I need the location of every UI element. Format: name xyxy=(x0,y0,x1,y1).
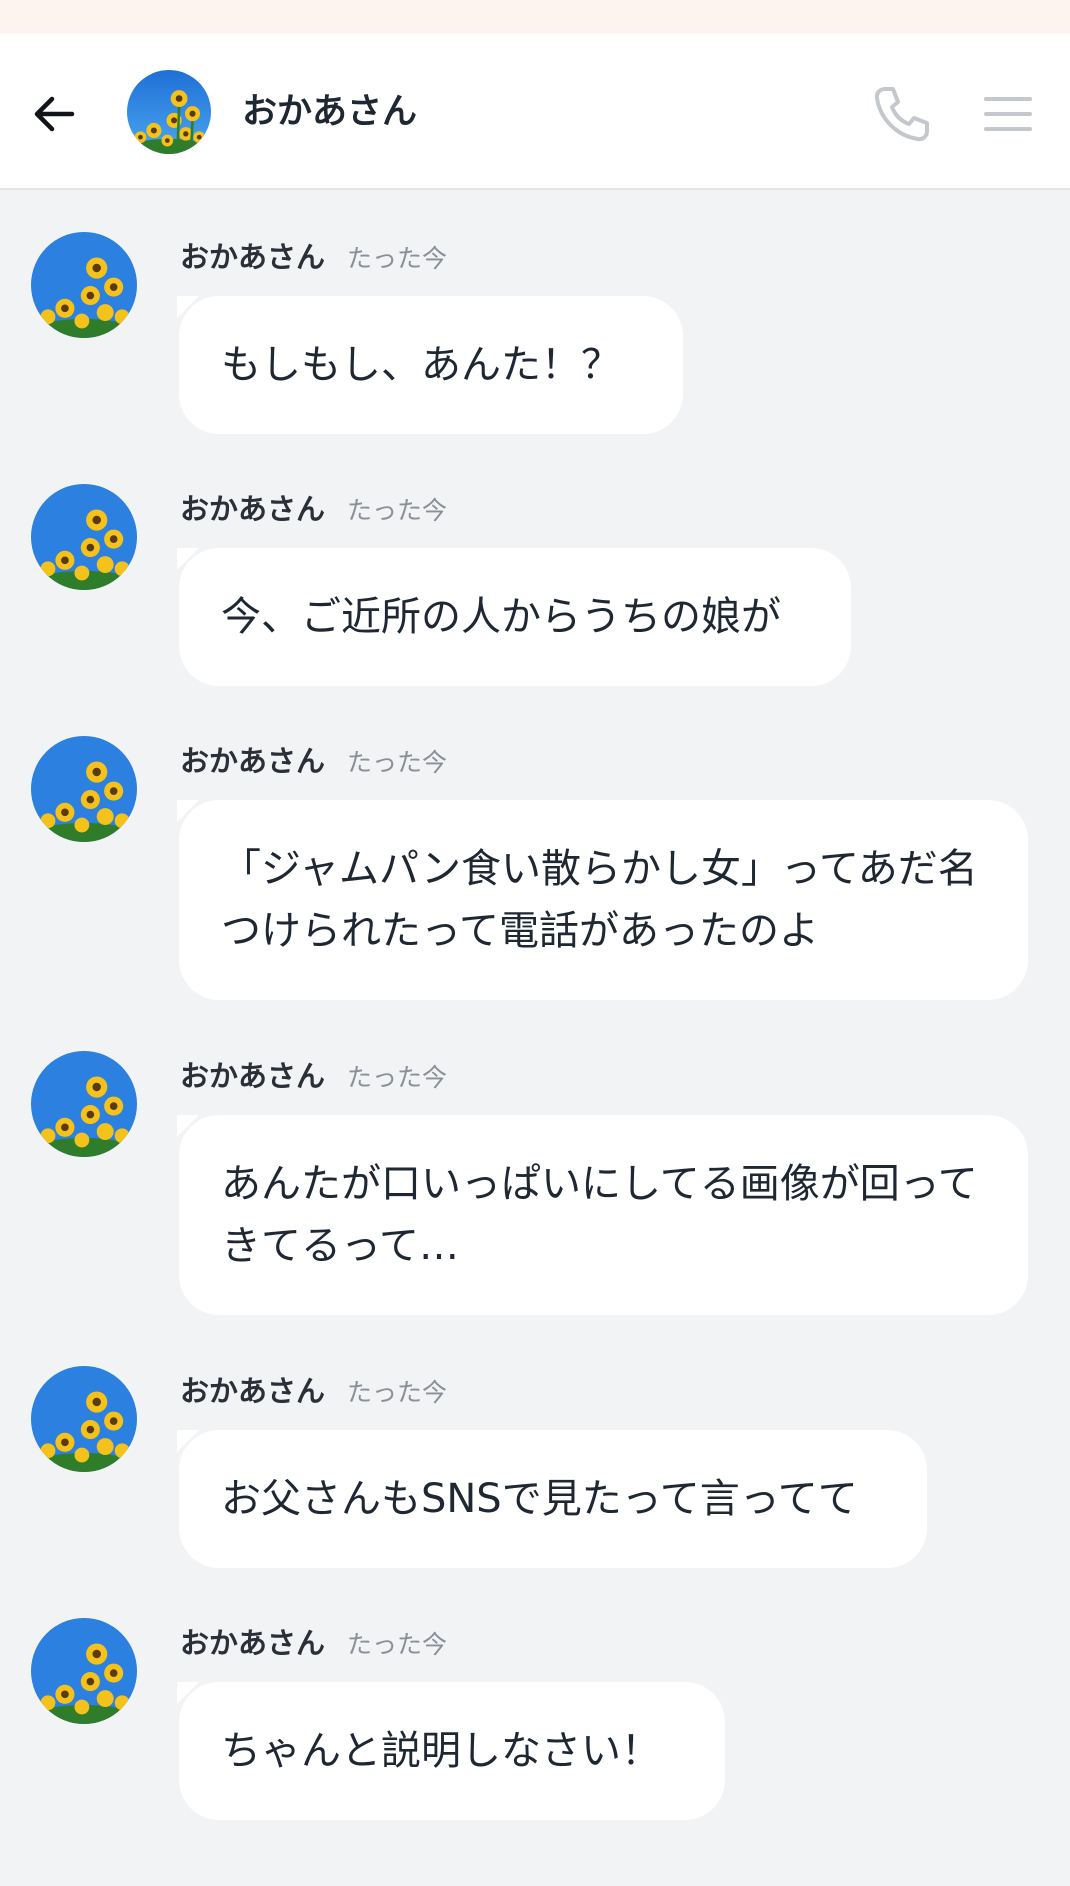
sunflower-avatar xyxy=(31,1051,137,1157)
sender-avatar[interactable] xyxy=(31,1618,137,1724)
message-meta: おかあさん たった今 xyxy=(180,1053,447,1093)
message-bubble[interactable]: ちゃんと説明しなさい！ xyxy=(177,1682,725,1820)
message-time: たった今 xyxy=(347,1630,448,1659)
message-bubble[interactable]: 「ジャムパン食い散らかし女」ってあだ名つけられたって電話があったのよ xyxy=(177,800,1028,1000)
sender-name: おかあさん xyxy=(180,492,326,526)
message-time: たった今 xyxy=(347,496,448,525)
chat-header: おかあさん xyxy=(0,34,1070,190)
sender-name: おかあさん xyxy=(180,240,326,274)
sunflower-avatar xyxy=(31,232,137,338)
message-meta: おかあさん たった今 xyxy=(180,738,447,778)
message-meta: おかあさん たった今 xyxy=(180,1368,447,1408)
sunflower-avatar xyxy=(31,1618,137,1724)
sender-avatar[interactable] xyxy=(31,1366,137,1472)
sender-name: おかあさん xyxy=(180,744,326,778)
phone-icon xyxy=(874,87,929,142)
sender-name: おかあさん xyxy=(180,1626,326,1660)
message-time: たった今 xyxy=(347,1063,448,1092)
sender-avatar[interactable] xyxy=(31,232,137,338)
sender-avatar[interactable] xyxy=(31,1051,137,1157)
arrow-left-icon xyxy=(34,96,75,132)
contact-name: おかあさん xyxy=(242,92,418,132)
back-button[interactable] xyxy=(24,84,84,144)
message-time: たった今 xyxy=(347,1378,448,1407)
message-bubble[interactable]: お父さんもSNSで見たって言ってて xyxy=(177,1430,927,1568)
sender-name: おかあさん xyxy=(180,1374,326,1408)
message-time: たった今 xyxy=(347,244,448,273)
contact-avatar[interactable] xyxy=(127,70,211,154)
hamburger-menu-icon xyxy=(984,97,1032,131)
message-meta: おかあさん たった今 xyxy=(180,1620,447,1660)
message-meta: おかあさん たった今 xyxy=(180,234,447,274)
message-time: たった今 xyxy=(347,748,448,777)
message-meta: おかあさん たった今 xyxy=(180,486,447,526)
message-bubble[interactable]: あんたが口いっぱいにしてる画像が回ってきてるって… xyxy=(177,1115,1028,1315)
menu-button[interactable] xyxy=(980,86,1036,142)
sender-avatar[interactable] xyxy=(31,484,137,590)
status-bar xyxy=(0,0,1070,34)
sunflower-avatar xyxy=(31,736,137,842)
message-bubble[interactable]: もしもし、あんた！？ xyxy=(177,296,683,434)
sunflower-avatar xyxy=(31,1366,137,1472)
sunflower-avatar xyxy=(31,484,137,590)
sender-avatar[interactable] xyxy=(31,736,137,842)
message-bubble[interactable]: 今、ご近所の人からうちの娘が xyxy=(177,548,851,686)
sender-name: おかあさん xyxy=(180,1059,326,1093)
call-button[interactable] xyxy=(868,80,936,148)
sunflower-avatar xyxy=(127,70,211,154)
